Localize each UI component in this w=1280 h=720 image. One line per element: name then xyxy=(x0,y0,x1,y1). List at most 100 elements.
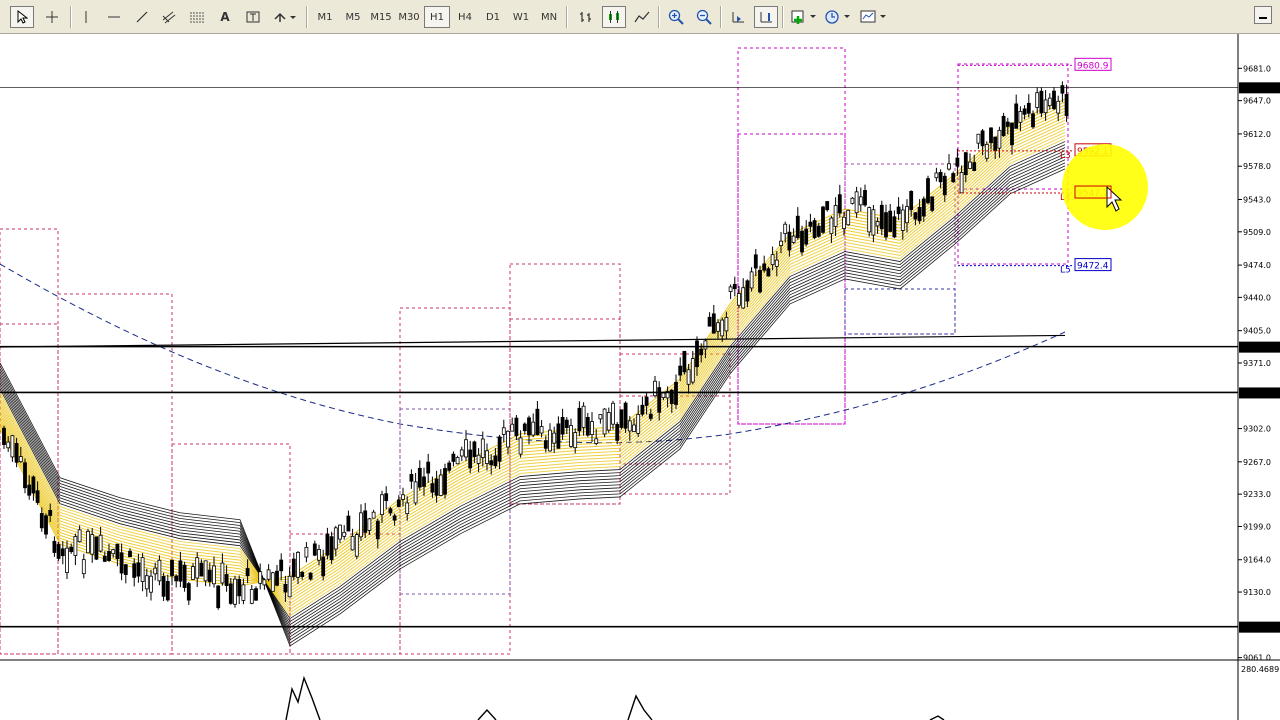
candle-body xyxy=(640,404,645,415)
candle-body xyxy=(1022,108,1027,115)
candle-body xyxy=(283,583,288,593)
text-tool-icon[interactable]: A xyxy=(213,6,237,28)
zoom-out-icon[interactable] xyxy=(692,6,716,28)
vertical-line-icon[interactable] xyxy=(76,6,96,28)
candle-body xyxy=(459,449,464,457)
candle-body xyxy=(623,402,628,429)
candle-body xyxy=(165,581,170,601)
candle-body xyxy=(375,520,380,540)
candle-body xyxy=(905,206,909,224)
candle-body xyxy=(648,413,653,419)
axis-tick-label: 9233.0 xyxy=(1243,490,1271,499)
candle-body xyxy=(304,546,309,558)
timeframe-m30[interactable]: M30 xyxy=(396,6,422,28)
equidistant-channel-icon[interactable] xyxy=(157,6,181,28)
candle-body xyxy=(837,194,842,214)
indicators-dropdown-icon[interactable] xyxy=(788,6,820,28)
bar-chart-icon[interactable] xyxy=(574,6,598,28)
candle-body xyxy=(854,191,859,214)
candle-body xyxy=(968,161,972,169)
candle-body xyxy=(518,437,523,455)
candle-body xyxy=(506,430,510,448)
candle-body xyxy=(577,407,582,432)
candle-body xyxy=(220,562,225,584)
price-chart[interactable]: 9680.9L39592.1L49547.7L59472.4 9681.0964… xyxy=(0,34,1280,720)
timeframe-d1[interactable]: D1 xyxy=(480,6,506,28)
trendline-icon[interactable] xyxy=(130,6,154,28)
zoom-in-icon[interactable] xyxy=(664,6,688,28)
cursor-arrow-icon[interactable] xyxy=(10,6,34,28)
candle-body xyxy=(661,392,666,399)
candle-body xyxy=(615,424,620,441)
chart-shift-icon[interactable] xyxy=(754,6,778,28)
horizontal-line-icon[interactable] xyxy=(102,6,126,28)
candle-body xyxy=(749,271,754,289)
candle-body xyxy=(480,438,485,458)
templates-dropdown-icon[interactable] xyxy=(858,6,890,28)
candle-body xyxy=(119,552,124,574)
timeframe-h4[interactable]: H4 xyxy=(452,6,478,28)
candle-body xyxy=(787,231,792,251)
candle-body xyxy=(573,432,578,449)
candle-body xyxy=(107,551,111,561)
candle-body xyxy=(14,443,19,463)
candle-body xyxy=(39,513,44,529)
candle-body xyxy=(48,509,53,516)
oscillator-pane xyxy=(285,675,945,720)
candle-body xyxy=(287,575,292,598)
fibonacci-retracement-icon[interactable] xyxy=(185,6,209,28)
axis-tick-label: 9612.0 xyxy=(1243,130,1271,139)
candle-body xyxy=(732,283,737,290)
timeframe-h1[interactable]: H1 xyxy=(424,6,450,28)
candle-body xyxy=(959,172,964,194)
periodicity-dropdown-icon[interactable] xyxy=(822,6,854,28)
candle-body xyxy=(258,571,263,584)
candle-body xyxy=(535,408,540,436)
crosshair-icon[interactable] xyxy=(40,6,64,28)
timeframe-m1[interactable]: M1 xyxy=(312,6,338,28)
timeframe-w1[interactable]: W1 xyxy=(508,6,534,28)
candle-body xyxy=(98,534,103,552)
candle-body xyxy=(266,569,271,580)
candle-body xyxy=(207,569,212,583)
candlestick-chart-icon[interactable] xyxy=(602,6,626,28)
line-chart-icon[interactable] xyxy=(630,6,654,28)
candle-body xyxy=(795,215,800,239)
candle-body xyxy=(590,421,594,435)
candle-body xyxy=(270,572,275,592)
candle-body xyxy=(989,127,993,144)
candle-body xyxy=(632,424,636,432)
axis-tick-label: 9199.0 xyxy=(1243,522,1271,531)
timeframe-mn[interactable]: MN xyxy=(536,6,562,28)
candle-body xyxy=(409,473,414,482)
arrows-dropdown-icon[interactable] xyxy=(269,6,299,28)
chart-canvas[interactable]: 9680.9L39592.1L49547.7L59472.4 9681.0964… xyxy=(0,34,1280,720)
candle-body xyxy=(606,412,611,431)
candle-body xyxy=(770,254,775,266)
minimize-window-button[interactable] xyxy=(1254,6,1272,24)
axis-tick-label: 9474.0 xyxy=(1243,261,1271,270)
candle-body xyxy=(136,562,141,577)
candle-body xyxy=(1035,92,1040,108)
candle-body xyxy=(371,511,376,519)
timeframe-m5[interactable]: M5 xyxy=(340,6,366,28)
candle-body xyxy=(1047,97,1052,107)
candle-body xyxy=(199,562,204,577)
candle-body xyxy=(1018,111,1023,123)
candle-body xyxy=(2,427,6,445)
candle-body xyxy=(762,263,767,271)
candle-body xyxy=(753,254,758,269)
candle-body xyxy=(233,578,237,605)
ribbon-line xyxy=(0,131,1066,611)
candle-body xyxy=(447,462,452,471)
auto-scroll-icon[interactable] xyxy=(726,6,750,28)
text-label-icon[interactable] xyxy=(241,6,265,28)
candle-body xyxy=(594,438,599,444)
timeframe-m15[interactable]: M15 xyxy=(368,6,394,28)
candle-body xyxy=(783,223,788,234)
candle-body xyxy=(678,365,683,376)
candle-body xyxy=(829,217,834,235)
axis-tick-label: 9647.0 xyxy=(1243,97,1271,106)
current-price-label: 9661.0 xyxy=(1242,84,1270,93)
candle-body xyxy=(627,420,632,432)
